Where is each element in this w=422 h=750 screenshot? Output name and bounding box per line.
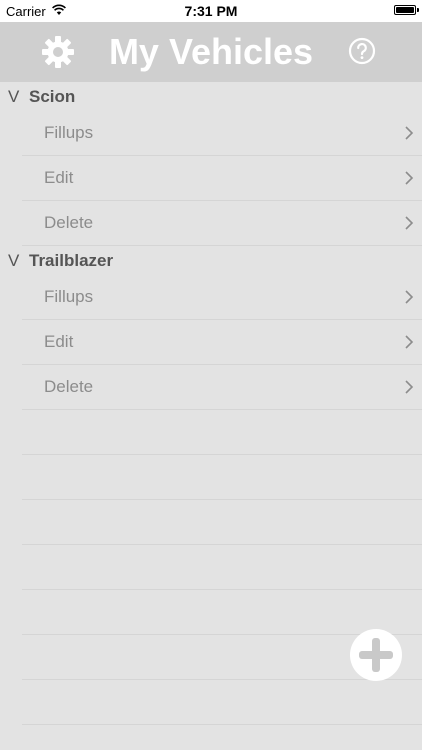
nav-bar: My Vehicles	[0, 22, 422, 82]
vehicle-group-header[interactable]: V Trailblazer	[0, 246, 422, 275]
chevron-down-icon: V	[8, 251, 20, 270]
chevron-down-icon: V	[8, 87, 20, 106]
battery-fill	[396, 7, 414, 13]
question-circle-icon[interactable]	[348, 37, 376, 65]
chevron-right-icon	[405, 290, 414, 304]
chevron-right-icon	[405, 126, 414, 140]
row-label: Fillups	[44, 123, 94, 142]
chevron-right-icon	[405, 216, 414, 230]
edit-row[interactable]: Edit	[22, 320, 422, 365]
add-vehicle-button[interactable]	[350, 629, 402, 681]
battery-icon	[394, 5, 416, 15]
delete-row[interactable]: Delete	[22, 201, 422, 246]
fillups-row[interactable]: Fillups	[22, 275, 422, 320]
row-label: Delete	[44, 377, 94, 396]
fillups-row[interactable]: Fillups	[22, 111, 422, 156]
empty-row	[22, 410, 422, 455]
vehicle-name: Trailblazer	[29, 251, 114, 270]
empty-row	[22, 680, 422, 725]
status-bar: Carrier 7:31 PM	[0, 0, 422, 22]
row-label: Delete	[44, 213, 94, 232]
status-time: 7:31 PM	[184, 3, 238, 19]
empty-row	[22, 455, 422, 500]
chevron-right-icon	[405, 171, 414, 185]
row-label: Edit	[44, 168, 74, 187]
empty-row	[22, 500, 422, 545]
plus-icon	[359, 638, 393, 672]
vehicle-name: Scion	[29, 87, 76, 106]
vehicle-group-header[interactable]: V Scion	[0, 82, 422, 111]
empty-row	[22, 545, 422, 590]
chevron-right-icon	[405, 380, 414, 394]
row-label: Edit	[44, 332, 74, 351]
delete-row[interactable]: Delete	[22, 365, 422, 410]
chevron-right-icon	[405, 335, 414, 349]
row-label: Fillups	[44, 287, 94, 306]
edit-row[interactable]: Edit	[22, 156, 422, 201]
battery-tip	[417, 8, 419, 12]
